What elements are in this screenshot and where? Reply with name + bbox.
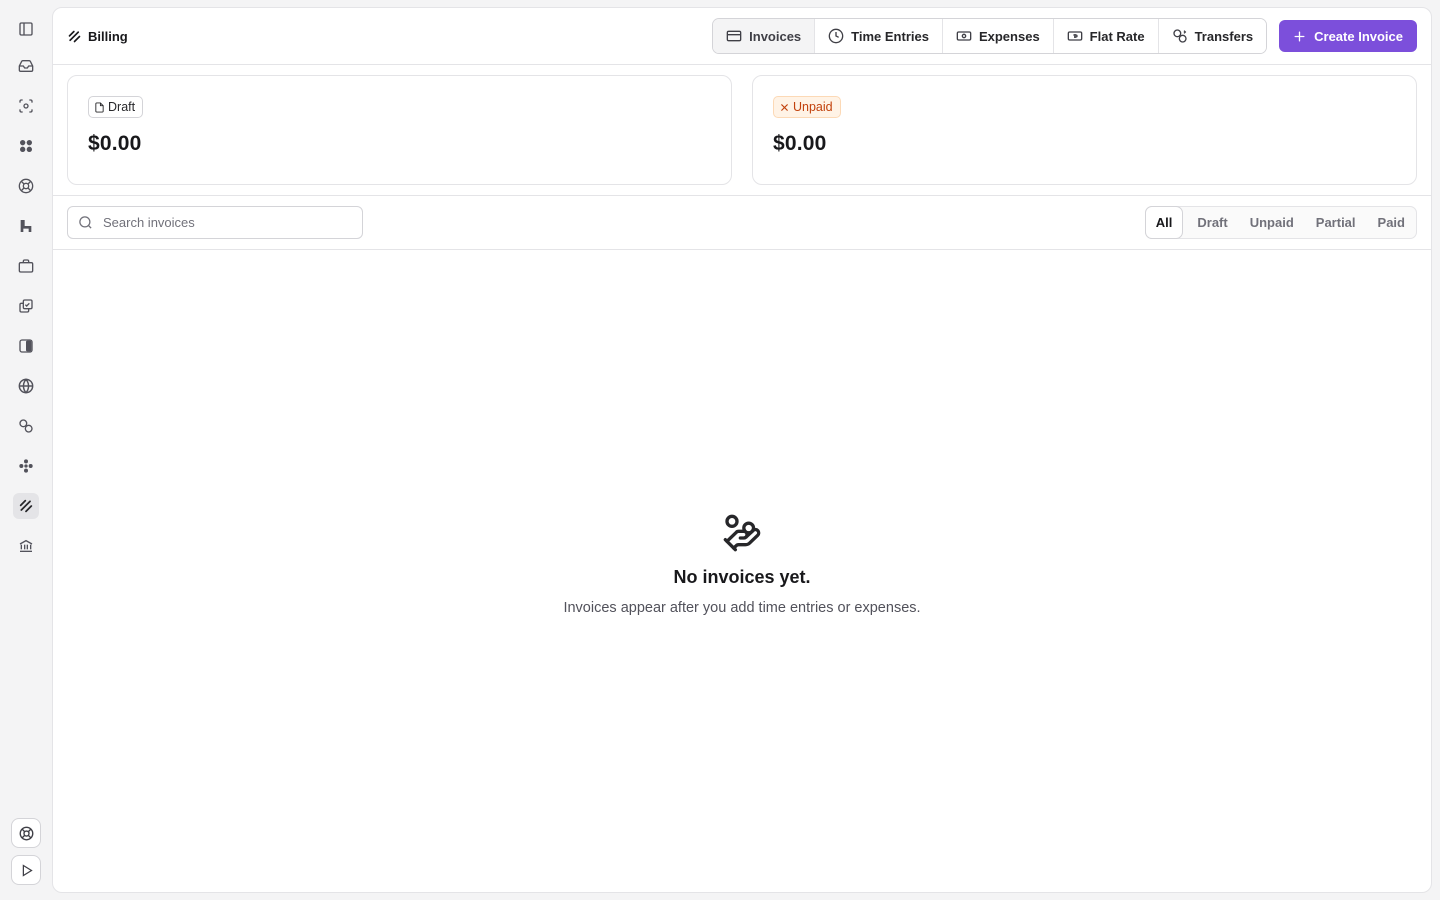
filter-bar: All Draft Unpaid Partial Paid bbox=[53, 196, 1431, 250]
billing-icon[interactable] bbox=[13, 493, 39, 519]
empty-state-subtitle: Invoices appear after you add time entri… bbox=[563, 600, 921, 616]
integrations-icon[interactable] bbox=[13, 413, 39, 439]
tab-label: Invoices bbox=[749, 28, 802, 44]
search-box[interactable] bbox=[67, 206, 363, 239]
invoice-icon bbox=[726, 30, 742, 42]
create-invoice-button[interactable]: Create Invoice bbox=[1279, 20, 1417, 52]
search-icon bbox=[79, 216, 92, 229]
tab-invoices[interactable]: Invoices bbox=[713, 19, 816, 53]
status-filter-all[interactable]: All bbox=[1144, 206, 1184, 239]
help-icon[interactable] bbox=[11, 818, 41, 848]
tab-time-entries[interactable]: Time Entries bbox=[815, 19, 943, 53]
briefcase-icon[interactable] bbox=[13, 253, 39, 279]
summary-cards: Draft $0.00 Unpaid $0.00 bbox=[53, 65, 1431, 196]
draft-badge-label: Draft bbox=[108, 100, 136, 114]
unpaid-summary-card: Unpaid $0.00 bbox=[752, 75, 1417, 185]
draft-summary-card: Draft $0.00 bbox=[67, 75, 732, 185]
support-icon[interactable] bbox=[13, 173, 39, 199]
unpaid-badge: Unpaid bbox=[773, 96, 841, 118]
sidebar-toggle-icon[interactable] bbox=[13, 16, 39, 42]
tab-label: Flat Rate bbox=[1089, 28, 1145, 44]
scan-icon[interactable] bbox=[13, 93, 39, 119]
globe-icon[interactable] bbox=[13, 373, 39, 399]
status-filter-unpaid[interactable]: Unpaid bbox=[1239, 207, 1305, 238]
hand-coins-icon bbox=[723, 514, 761, 552]
x-icon bbox=[781, 103, 788, 111]
tab-label: Transfers bbox=[1194, 28, 1254, 44]
inbox-icon[interactable] bbox=[13, 53, 39, 79]
clock-icon bbox=[828, 28, 844, 44]
billing-icon bbox=[68, 30, 81, 42]
draft-amount: $0.00 bbox=[88, 132, 142, 155]
tab-label: Expenses bbox=[978, 28, 1040, 44]
app-rail bbox=[0, 0, 52, 900]
tab-transfers[interactable]: Transfers bbox=[1158, 19, 1267, 53]
breadcrumb[interactable]: Billing bbox=[67, 29, 128, 44]
empty-state-title: No invoices yet. bbox=[673, 567, 811, 587]
dashboard-icon[interactable] bbox=[13, 133, 39, 159]
draft-badge: Draft bbox=[88, 96, 144, 118]
billing-tabs: Invoices Time Entries Expenses Flat Rate… bbox=[712, 18, 1268, 54]
tab-expenses[interactable]: Expenses bbox=[942, 19, 1054, 53]
create-invoice-label: Create Invoice bbox=[1314, 28, 1403, 44]
tab-flat-rate[interactable]: Flat Rate bbox=[1053, 19, 1159, 53]
plus-icon bbox=[1294, 31, 1305, 41]
chair-icon[interactable] bbox=[13, 213, 39, 239]
bank-icon[interactable] bbox=[13, 533, 39, 559]
breadcrumb-label: Billing bbox=[88, 28, 128, 44]
play-icon[interactable] bbox=[11, 855, 41, 885]
unpaid-badge-label: Unpaid bbox=[793, 100, 833, 114]
status-filter-tabs: All Draft Unpaid Partial Paid bbox=[1144, 206, 1417, 239]
document-icon bbox=[95, 101, 104, 113]
contrast-icon[interactable] bbox=[13, 333, 39, 359]
billing-panel: Billing Invoices Time Entries Expenses F… bbox=[52, 7, 1432, 893]
tab-label: Time Entries bbox=[851, 28, 929, 44]
status-filter-paid[interactable]: Paid bbox=[1367, 207, 1416, 238]
unpaid-amount: $0.00 bbox=[773, 132, 827, 155]
empty-state: No invoices yet. Invoices appear after y… bbox=[53, 513, 1431, 616]
status-filter-draft[interactable]: Draft bbox=[1186, 207, 1238, 238]
status-filter-partial[interactable]: Partial bbox=[1305, 207, 1367, 238]
transfer-icon bbox=[1172, 29, 1187, 43]
apps-icon[interactable] bbox=[13, 453, 39, 479]
flat-rate-icon bbox=[1067, 31, 1083, 41]
tasks-icon[interactable] bbox=[13, 293, 39, 319]
top-bar: Billing Invoices Time Entries Expenses F… bbox=[53, 8, 1431, 65]
search-input[interactable] bbox=[103, 215, 352, 230]
banknote-icon bbox=[956, 31, 972, 41]
